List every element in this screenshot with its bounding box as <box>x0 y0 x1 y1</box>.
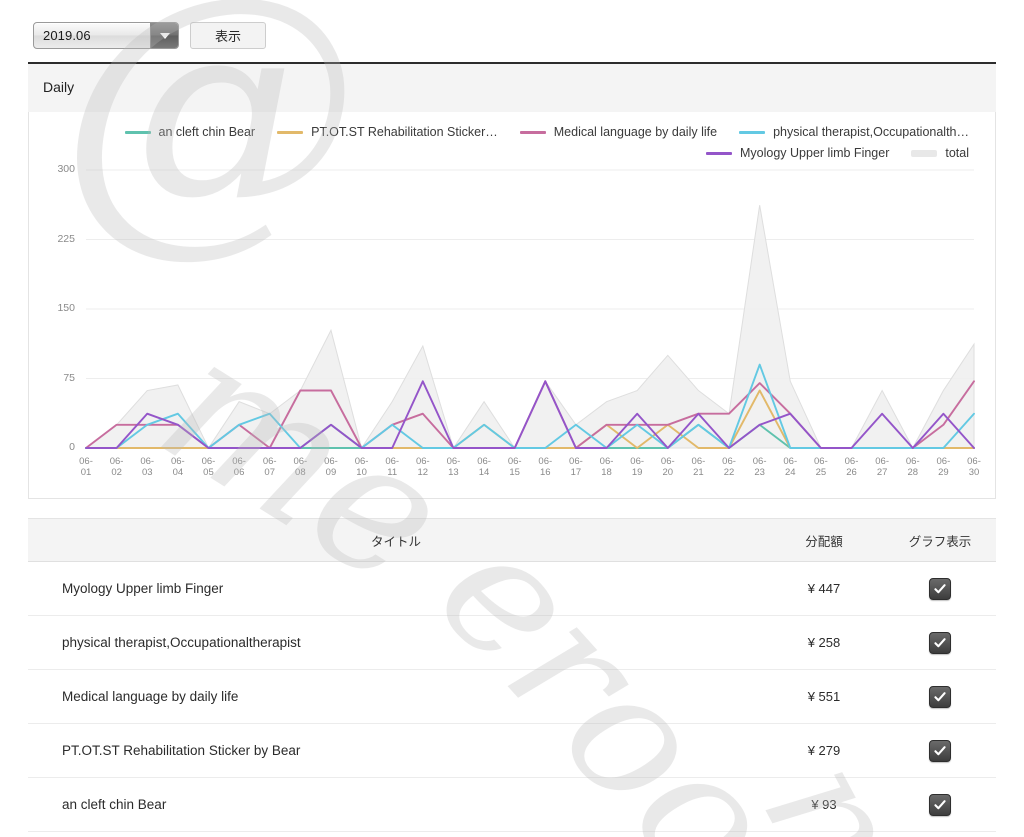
column-header-amount: 分配額 <box>805 534 843 549</box>
row-amount: ¥ 279 <box>807 743 841 758</box>
x-axis-tick-label: 06- 05 <box>201 456 216 478</box>
x-axis-tick-label: 06- 12 <box>415 456 430 478</box>
x-axis-tick-label: 06- 13 <box>446 456 461 478</box>
y-axis-tick-label: 150 <box>57 302 75 314</box>
x-axis-tick-label: 06- 10 <box>354 456 369 478</box>
row-title: physical therapist,Occupationaltherapist <box>62 635 301 650</box>
show-button[interactable]: 表示 <box>190 22 266 49</box>
caret-down-icon[interactable] <box>150 23 178 48</box>
legend-swatch-icon <box>277 131 304 134</box>
table-body: Myology Upper limb Finger ¥ 447 physical t… <box>28 562 996 832</box>
row-amount: ¥ 93 <box>811 797 837 812</box>
x-axis-tick-label: 06- 20 <box>660 456 675 478</box>
table-row: Myology Upper limb Finger ¥ 447 <box>28 562 996 616</box>
y-axis-tick-label: 300 <box>57 163 75 175</box>
x-axis-tick-label: 06- 21 <box>691 456 706 478</box>
graph-display-checkbox[interactable] <box>929 577 951 600</box>
legend-item-2[interactable]: Medical language by daily life <box>519 125 718 140</box>
x-axis-tick-label: 06- 08 <box>293 456 308 478</box>
y-axis-tick-label: 225 <box>57 232 75 245</box>
legend-item-3[interactable]: physical therapist,Occupationalth… <box>739 126 969 139</box>
x-axis-tick-label: 06- 11 <box>385 456 400 478</box>
legend-item-1[interactable]: PT.OT.ST Rehabilitation Sticker… <box>277 126 498 139</box>
row-title: Myology Upper limb Finger <box>62 581 224 596</box>
legend-item-0[interactable]: an cleft chin Bear <box>124 125 256 140</box>
chart-svg <box>84 169 975 450</box>
check-icon <box>934 637 946 647</box>
table-row: Medical language by daily life ¥ 551 <box>28 670 996 724</box>
x-axis-tick-label: 06- 27 <box>875 456 889 478</box>
x-axis-tick-label: 06- 26 <box>844 456 859 478</box>
legend-swatch-icon <box>911 150 938 157</box>
legend-label-1: PT.OT.ST Rehabilitation Sticker… <box>311 125 498 140</box>
x-axis-tick-label: 06- 15 <box>507 456 522 478</box>
x-axis-tick-label: 06- 19 <box>630 456 645 478</box>
x-axis-tick-label: 06- 02 <box>109 456 124 478</box>
row-graph-toggle-cell <box>884 793 996 816</box>
check-icon <box>934 583 946 593</box>
graph-display-checkbox[interactable] <box>929 793 951 816</box>
titles-table: タイトル 分配額 グラフ表示 Myology Upper limb Finger… <box>28 518 996 832</box>
x-axis-tick-label: 06- 03 <box>140 456 155 478</box>
graph-display-checkbox[interactable] <box>929 685 951 708</box>
x-axis-tick-label: 06- 22 <box>722 456 736 478</box>
table-row: PT.OT.ST Rehabilitation Sticker by Bear ¥… <box>28 724 996 778</box>
column-header-graph: グラフ表示 <box>908 534 972 549</box>
row-graph-toggle-cell <box>884 739 996 762</box>
x-axis-tick-label: 06- 17 <box>569 456 583 478</box>
x-axis-tick-label: 06- 25 <box>814 456 828 478</box>
chart-plot-area: 0 75 150 225 300 06- 01 06- 02 06- 03 06- 04 06- 05 06… <box>29 158 997 499</box>
row-graph-toggle-cell <box>884 685 996 708</box>
y-axis-tick-label: 0 <box>69 441 75 453</box>
check-icon <box>934 799 946 809</box>
graph-display-checkbox[interactable] <box>929 631 951 654</box>
legend-swatch-icon <box>124 131 151 134</box>
x-axis-tick-label: 06- 01 <box>79 456 93 478</box>
legend-swatch-icon <box>519 131 546 134</box>
x-axis-tick-label: 06- 09 <box>324 456 338 478</box>
x-axis-tick-label: 06- 28 <box>905 456 920 478</box>
row-title: Medical language by daily life <box>62 689 239 704</box>
chart-container: an cleft chin Bear PT.OT.ST Rehabilitati… <box>28 112 996 499</box>
legend-label-3: physical therapist,Occupationalth… <box>773 125 969 140</box>
legend-swatch-icon <box>706 152 732 155</box>
period-select[interactable]: 2019.06 <box>33 22 179 49</box>
x-axis-tick-label: 06- 24 <box>783 456 798 478</box>
row-amount: ¥ 258 <box>807 635 841 650</box>
legend-row-1: an cleft chin Bear PT.OT.ST Rehabilitati… <box>29 122 997 143</box>
x-axis-tick-label: 06- 14 <box>477 456 491 478</box>
column-header-title: タイトル <box>370 534 421 549</box>
x-axis-tick-label: 06- 04 <box>170 456 185 478</box>
row-title: an cleft chin Bear <box>62 797 167 812</box>
x-axis-tick-label: 06- 06 <box>232 456 246 478</box>
row-graph-toggle-cell <box>884 577 996 600</box>
period-select-value: 2019.06 <box>43 28 91 43</box>
legend-label-0: an cleft chin Bear <box>158 125 256 140</box>
toolbar: 2019.06 表示 <box>0 0 1024 58</box>
page-title: Daily <box>43 79 75 95</box>
row-amount: ¥ 447 <box>807 581 841 596</box>
x-axis-tick-label: 06- 29 <box>936 456 951 478</box>
x-axis-tick-label: 06- 30 <box>967 456 981 478</box>
legend-label-2: Medical language by daily life <box>553 125 718 140</box>
y-axis-tick-label: 75 <box>63 371 75 384</box>
row-graph-toggle-cell <box>884 631 996 654</box>
legend-swatch-icon <box>739 131 766 134</box>
table-row: an cleft chin Bear ¥ 93 <box>28 778 996 832</box>
x-axis-tick-label: 06- 16 <box>538 456 553 478</box>
graph-display-checkbox[interactable] <box>929 739 951 762</box>
row-amount: ¥ 551 <box>807 689 841 704</box>
x-axis-tick-label: 06- 18 <box>599 456 614 478</box>
table-row: physical therapist,Occupationaltherapist… <box>28 616 996 670</box>
row-title: PT.OT.ST Rehabilitation Sticker by Bear <box>62 743 301 758</box>
series-area-total <box>84 205 975 450</box>
panel-header: Daily <box>28 64 996 112</box>
check-icon <box>934 745 946 755</box>
daily-chart-panel: Daily an cleft chin Bear PT.OT.ST Rehabi… <box>28 62 996 499</box>
table-header-row: タイトル 分配額 グラフ表示 <box>28 518 996 562</box>
x-axis-tick-label: 06- 23 <box>752 456 767 478</box>
x-axis-tick-label: 06- 07 <box>262 456 277 478</box>
check-icon <box>934 691 946 701</box>
